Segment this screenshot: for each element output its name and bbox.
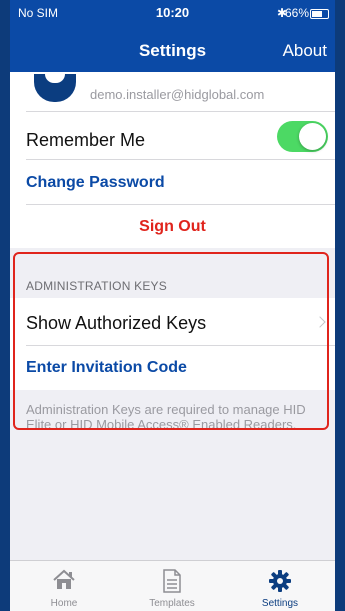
account-email: demo.installer@hidglobal.com [90, 87, 265, 102]
tab-settings[interactable]: Settings [226, 561, 334, 611]
divider [26, 204, 335, 205]
remember-me-label: Remember Me [26, 130, 146, 150]
tab-label: Settings [261, 598, 299, 609]
toggle-knob [299, 123, 326, 150]
tab-bar: Home Templates Settings [10, 560, 335, 611]
highlight-frame [13, 252, 329, 430]
remember-me-toggle[interactable] [277, 121, 328, 152]
battery-icon [310, 9, 329, 19]
about-button[interactable]: About [283, 41, 327, 61]
tab-home[interactable]: Home [10, 561, 118, 611]
tab-label: Home [50, 598, 78, 609]
phone-screen: No SIM 10:20 ✱ 66% Settings About demo.i… [10, 0, 335, 611]
battery-percent: 66% [284, 6, 309, 20]
document-icon [162, 569, 182, 598]
tab-templates[interactable]: Templates [118, 561, 226, 611]
gear-icon [268, 569, 292, 598]
status-bar: No SIM 10:20 ✱ 66% [10, 0, 335, 28]
divider [26, 159, 335, 160]
home-icon [52, 569, 76, 596]
navigation-bar: Settings About [10, 28, 335, 72]
sign-out-button[interactable]: Sign Out [10, 218, 335, 236]
tab-label: Templates [149, 598, 195, 609]
change-password-button[interactable]: Change Password [26, 174, 165, 192]
